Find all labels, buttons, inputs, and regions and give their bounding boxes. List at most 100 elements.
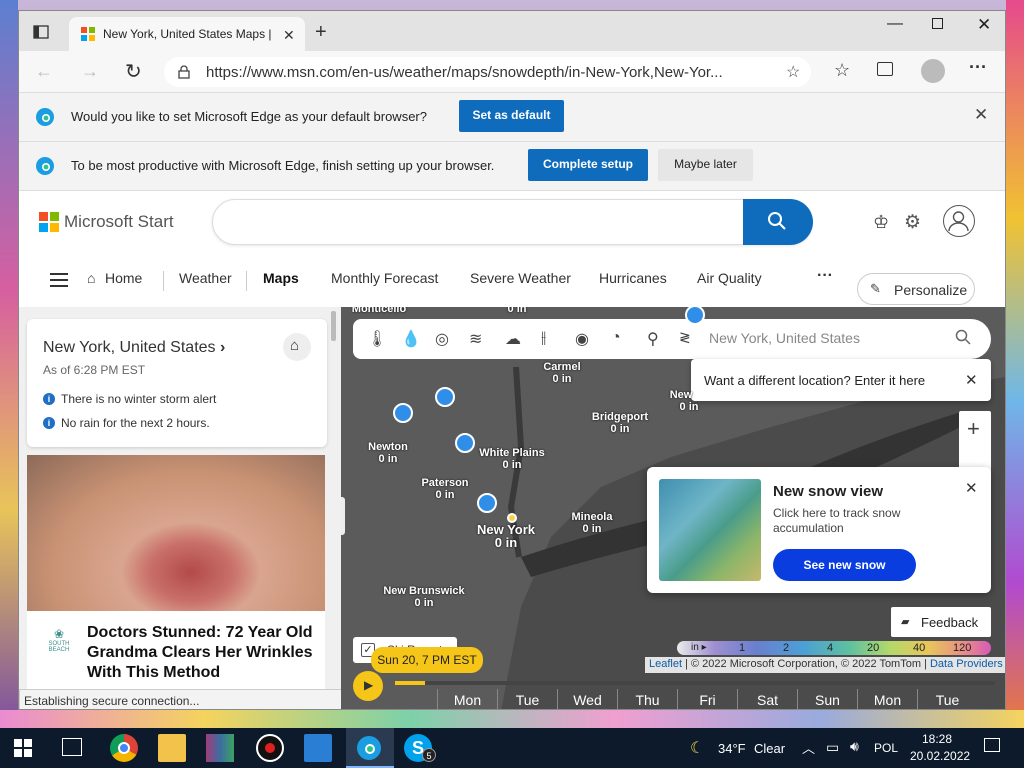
ad-card[interactable]: ❀ SOUTH BEACH Doctors Stunned: 72 Year Ol… xyxy=(27,455,325,709)
edge-taskbar-button[interactable] xyxy=(346,728,394,768)
nav-hurricanes[interactable]: Hurricanes xyxy=(599,270,667,286)
tab-actions-icon[interactable] xyxy=(33,25,49,39)
record-icon[interactable] xyxy=(256,734,284,762)
data-providers-link[interactable]: Data Providers xyxy=(930,658,1003,670)
day-label[interactable]: Thu xyxy=(617,689,677,709)
new-tab-icon[interactable]: + xyxy=(315,21,327,44)
visibility-icon[interactable]: ◉ xyxy=(575,329,589,349)
volume-icon[interactable]: 🔊︎ xyxy=(850,738,859,755)
set-default-button[interactable]: Set as default xyxy=(459,100,564,132)
day-label[interactable]: Tue xyxy=(497,689,557,709)
close-bar-icon[interactable]: ✕ xyxy=(974,105,988,125)
zoom-in-button[interactable]: + xyxy=(967,418,980,440)
notifications-icon[interactable] xyxy=(984,738,1000,752)
task-view-icon[interactable] xyxy=(62,738,82,756)
collections-icon[interactable] xyxy=(877,62,893,76)
app-icon[interactable] xyxy=(304,734,332,762)
clock-time[interactable]: 18:28 xyxy=(922,732,952,746)
search-icon xyxy=(955,329,971,345)
ad-headline[interactable]: Doctors Stunned: 72 Year Old Grandma Cle… xyxy=(87,623,317,683)
nav-monthly-forecast[interactable]: Monthly Forecast xyxy=(331,270,438,286)
chrome-icon[interactable] xyxy=(110,734,138,762)
panel-scrollbar[interactable] xyxy=(331,311,336,341)
forward-icon[interactable]: → xyxy=(81,61,99,82)
hamburger-menu-icon[interactable] xyxy=(50,273,68,287)
precipitation-icon[interactable]: 💧 xyxy=(401,329,421,349)
brand-name[interactable]: Microsoft Start xyxy=(64,212,174,232)
feedback-button[interactable]: ▰ Feedback xyxy=(891,607,991,637)
complete-setup-button[interactable]: Complete setup xyxy=(528,149,648,181)
favorites-icon[interactable]: ☆ xyxy=(834,60,850,81)
temperature-icon[interactable]: 🌡 xyxy=(367,329,387,349)
nav-more-button[interactable]: ··· xyxy=(817,267,833,285)
weather-condition[interactable]: Clear xyxy=(754,741,785,756)
chevron-up-icon[interactable]: ︿ xyxy=(802,738,815,757)
file-explorer-icon[interactable] xyxy=(158,734,186,762)
winrar-icon[interactable] xyxy=(206,734,234,762)
cloud-icon[interactable]: ☁ xyxy=(505,329,521,349)
ski-resort-pin[interactable] xyxy=(477,493,497,513)
weather-temp[interactable]: 34°F xyxy=(718,741,746,756)
home-icon[interactable]: ⌂ xyxy=(87,270,95,286)
language-indicator[interactable]: POL xyxy=(874,741,898,755)
account-icon[interactable] xyxy=(943,205,975,237)
play-button[interactable]: ▶ xyxy=(353,671,383,701)
home-location-button[interactable]: ⌂ xyxy=(283,333,311,361)
tab-close-icon[interactable]: ✕ xyxy=(283,27,295,44)
pollen-icon[interactable]: ⚲ xyxy=(647,329,659,349)
more-layers-icon[interactable]: ≷ xyxy=(679,329,691,346)
clock-date[interactable]: 20.02.2022 xyxy=(910,749,970,763)
profile-avatar[interactable] xyxy=(921,59,945,83)
url-field[interactable]: https://www.msn.com/en-us/weather/maps/s… xyxy=(164,57,811,87)
ad-image[interactable] xyxy=(27,455,325,611)
maybe-later-button[interactable]: Maybe later xyxy=(658,149,753,181)
leaflet-link[interactable]: Leaflet xyxy=(649,658,682,670)
day-label[interactable]: Wed xyxy=(557,689,617,709)
feedback-label: Feedback xyxy=(921,615,979,630)
nav-severe-weather[interactable]: Severe Weather xyxy=(470,270,571,286)
close-snow-card-icon[interactable]: ✕ xyxy=(965,479,978,497)
day-label[interactable]: Sat xyxy=(737,689,797,709)
address-toolbar: ← → ↻ https://www.msn.com/en-us/weather/… xyxy=(19,51,1005,93)
nav-air-quality[interactable]: Air Quality xyxy=(697,270,762,286)
close-tip-icon[interactable]: ✕ xyxy=(965,371,978,389)
collapse-panel-button[interactable]: ◀ xyxy=(341,497,345,535)
radar-icon[interactable]: ◎ xyxy=(435,329,449,349)
map-location-search[interactable]: New York, United States xyxy=(691,319,991,359)
see-new-snow-button[interactable]: See new snow xyxy=(773,549,916,581)
new-snow-card[interactable]: New snow view Click here to track snow a… xyxy=(647,467,991,593)
humidity-icon[interactable]: ⫲ xyxy=(541,329,546,347)
back-icon[interactable]: ← xyxy=(35,61,53,82)
browser-tab[interactable]: New York, United States Maps | ✕ xyxy=(69,17,305,51)
gear-icon[interactable]: ⚙ xyxy=(904,211,921,234)
nav-weather[interactable]: Weather xyxy=(179,270,232,286)
day-label[interactable]: Mon xyxy=(437,689,497,709)
msn-search-input[interactable] xyxy=(212,199,813,245)
network-icon[interactable]: ▭ xyxy=(826,739,839,756)
nav-home[interactable]: Home xyxy=(105,270,142,286)
timeline-track[interactable] xyxy=(395,681,995,685)
pressure-icon[interactable]: ◔ xyxy=(611,329,621,347)
day-label[interactable]: Fri xyxy=(677,689,737,709)
add-favorite-icon[interactable]: ☆ xyxy=(786,62,800,82)
window-close-icon[interactable]: ✕ xyxy=(977,15,991,35)
rewards-trophy-icon[interactable]: ♔ xyxy=(873,212,889,233)
personalize-button[interactable]: ✎ Personalize xyxy=(857,273,975,305)
weather-map[interactable]: ◀ 🌡 💧 ◎ ≋ ☁ ⫲ ◉ ◔ ⚲ ≷ New York, United S… xyxy=(341,307,1005,709)
maximize-icon[interactable] xyxy=(932,18,943,29)
minimize-icon[interactable]: — xyxy=(887,15,903,33)
location-title[interactable]: New York, United States › xyxy=(43,339,225,357)
search-button[interactable] xyxy=(743,199,813,245)
map-location-label: Newton 0 in xyxy=(368,441,408,465)
nav-maps[interactable]: Maps xyxy=(263,270,299,286)
day-label[interactable]: Mon xyxy=(857,689,917,709)
refresh-icon[interactable]: ↻ xyxy=(125,59,142,84)
ski-resort-pin[interactable] xyxy=(393,403,413,423)
windows-start-icon[interactable] xyxy=(14,739,32,757)
wind-icon[interactable]: ≋ xyxy=(469,329,482,349)
ski-resort-pin[interactable] xyxy=(455,433,475,453)
settings-more-icon[interactable]: ··· xyxy=(969,57,987,78)
day-label[interactable]: Tue xyxy=(917,689,977,709)
ski-resort-pin[interactable] xyxy=(435,387,455,407)
day-label[interactable]: Sun xyxy=(797,689,857,709)
